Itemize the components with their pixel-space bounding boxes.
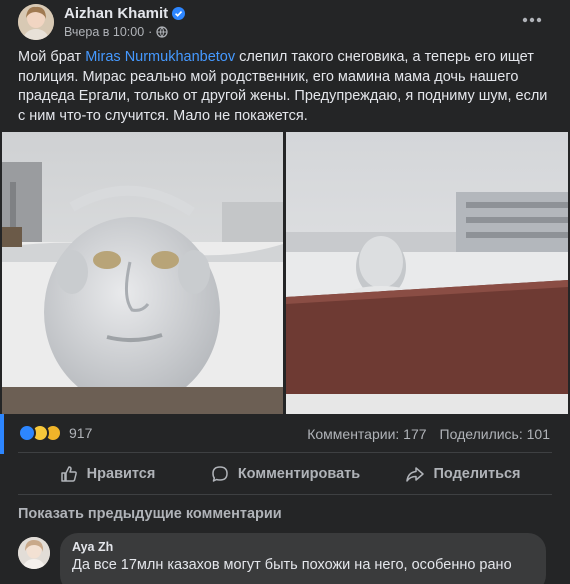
reaction-count: 917 (69, 425, 93, 441)
author-avatar[interactable] (18, 4, 54, 40)
photo-grid (2, 132, 568, 414)
author-name-row: Aizhan Khamit (64, 5, 186, 22)
comment-text: Да все 17млн казахов могут быть похожи н… (72, 557, 512, 573)
show-previous-comments-link[interactable]: Показать предыдущие комментарии (18, 506, 282, 522)
author-name[interactable]: Aizhan Khamit (64, 5, 168, 22)
globe-icon (156, 26, 168, 38)
comments-count[interactable]: Комментарии: 177 (307, 426, 426, 442)
photo-snowman-wide[interactable] (286, 132, 568, 414)
comment-bubble: Aya Zh Да все 17млн казахов могут быть п… (60, 533, 546, 584)
shares-count[interactable]: Поделились: 101 (440, 426, 550, 442)
divider (18, 494, 552, 495)
like-icon (18, 424, 36, 442)
post-text: Мой брат Miras Nurmukhanbetov слепил так… (18, 49, 548, 124)
thumbs-up-icon (60, 466, 77, 482)
engagement-counts: Комментарии: 177 Поделились: 101 (307, 426, 550, 442)
more-options-icon[interactable] (518, 10, 546, 30)
share-button[interactable]: Поделиться (374, 456, 552, 492)
post-card: Aizhan Khamit Вчера в 10:00 · Мой брат M… (0, 0, 570, 584)
post-meta: Вчера в 10:00 · (64, 25, 168, 39)
divider (18, 452, 552, 453)
commenter-avatar[interactable] (18, 537, 50, 569)
photo-snowman-closeup[interactable] (2, 132, 283, 414)
post-header: Aizhan Khamit Вчера в 10:00 · (18, 2, 558, 46)
reactions-bar: 917 Комментарии: 177 Поделились: 101 (18, 422, 556, 448)
reaction-icons (18, 424, 62, 442)
share-icon (406, 467, 425, 482)
reaction-summary[interactable]: 917 (18, 424, 92, 442)
verified-badge-icon (172, 7, 186, 20)
action-bar: Нравится Комментировать Поделиться (18, 456, 552, 492)
like-button[interactable]: Нравится (18, 456, 196, 492)
commenter-name[interactable]: Aya Zh (72, 540, 534, 554)
comment-icon (212, 466, 228, 482)
post-timestamp[interactable]: Вчера в 10:00 (64, 25, 144, 39)
focus-accent (0, 414, 4, 454)
mention-link[interactable]: Miras Nurmukhanbetov (85, 49, 235, 65)
comment-button[interactable]: Комментировать (196, 456, 374, 492)
